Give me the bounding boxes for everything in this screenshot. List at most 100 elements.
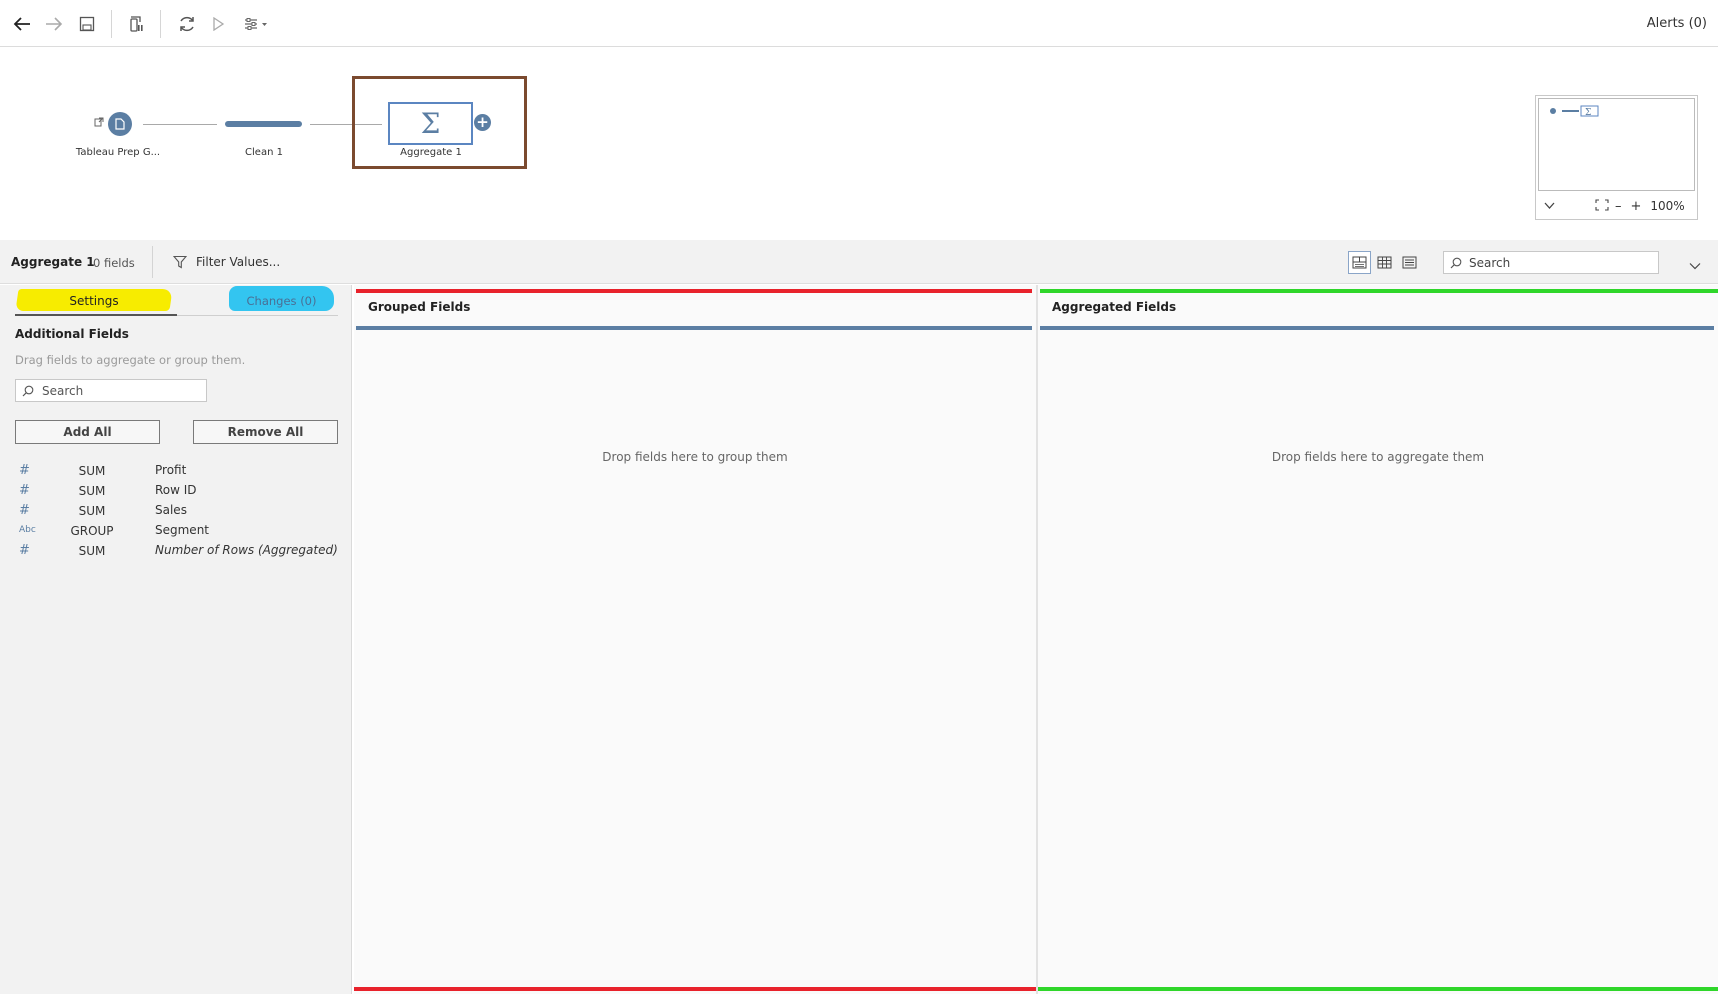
flow-minimap[interactable]: Σ – + 100% (1535, 95, 1698, 220)
list-icon (1402, 256, 1417, 269)
external-link-icon (94, 117, 104, 127)
zoom-in-button[interactable]: + (1631, 199, 1642, 214)
clean-step-node[interactable] (225, 121, 302, 127)
number-type-icon: # (19, 483, 30, 498)
step-search-box[interactable] (1443, 251, 1659, 274)
clean-step-label: Clean 1 (245, 147, 283, 158)
aggregated-zone-outline-top (1040, 289, 1718, 293)
aggregated-header-line (1040, 326, 1714, 330)
step-search-input[interactable] (1469, 255, 1649, 270)
settings-tabs: Settings Changes (0) (15, 285, 338, 316)
plus-icon: + (476, 113, 489, 131)
field-row-profit[interactable]: # SUM Profit (15, 462, 345, 482)
minimap-viewport[interactable]: Σ (1538, 98, 1695, 191)
field-name: Row ID (155, 483, 197, 497)
toolbar-separator (111, 10, 112, 38)
aggregated-zone-outline-bottom (1038, 987, 1718, 991)
minimap-flow-preview: Σ (1550, 105, 1599, 118)
additional-fields-list: # SUM Profit # SUM Row ID # SUM Sales Ab… (15, 462, 345, 562)
grouped-drop-hint: Drop fields here to group them (602, 450, 788, 464)
arrow-right-icon (46, 17, 63, 31)
minimap-collapse-button[interactable] (1544, 199, 1555, 213)
field-name: Segment (155, 523, 209, 537)
field-row-row-id[interactable]: # SUM Row ID (15, 482, 345, 502)
zoom-level: 100% (1650, 199, 1685, 213)
number-type-icon: # (19, 543, 30, 558)
save-button[interactable] (74, 12, 100, 36)
additional-fields-title: Additional Fields (15, 327, 129, 341)
arrow-left-icon (13, 17, 30, 31)
refresh-button[interactable] (174, 12, 200, 36)
field-aggregation[interactable]: SUM (67, 464, 117, 478)
aggregated-fields-zone[interactable]: Aggregated Fields Drop fields here to ag… (1038, 285, 1718, 994)
filter-values-button[interactable]: Filter Values... (173, 252, 280, 272)
filter-icon (173, 255, 187, 269)
add-all-button[interactable]: Add All (15, 420, 160, 444)
tab-changes[interactable]: Changes (0) (177, 285, 338, 316)
data-pause-icon (130, 16, 143, 32)
file-icon (115, 118, 125, 130)
svg-text:Σ: Σ (1585, 108, 1591, 118)
input-step-node[interactable] (108, 112, 132, 136)
split-view-button[interactable] (1348, 251, 1371, 274)
additional-fields-hint: Drag fields to aggregate or group them. (15, 353, 246, 367)
field-aggregation[interactable]: SUM (67, 504, 117, 518)
grid-view-button[interactable] (1373, 251, 1396, 274)
top-toolbar: Alerts (0) (0, 0, 1718, 47)
add-step-button[interactable]: + (474, 114, 491, 131)
view-options-dropdown[interactable] (240, 12, 274, 36)
save-icon (79, 16, 95, 32)
input-step-label: Tableau Prep G... (75, 147, 161, 158)
field-row-segment[interactable]: Abc GROUP Segment (15, 522, 345, 542)
view-mode-toggles (1348, 251, 1421, 274)
step-title: Aggregate 1 (11, 255, 95, 269)
tab-settings-label: Settings (69, 294, 119, 308)
field-aggregation[interactable]: SUM (67, 484, 117, 498)
forward-button[interactable] (41, 12, 67, 36)
grouped-fields-title: Grouped Fields (368, 300, 471, 314)
refresh-icon (180, 16, 194, 32)
plus-icon: + (1630, 198, 1642, 214)
chevron-down-icon (1689, 263, 1701, 270)
field-name: Sales (155, 503, 187, 517)
back-button[interactable] (9, 12, 35, 36)
step-bar-separator (152, 246, 153, 278)
collapse-panel-button[interactable] (1689, 255, 1701, 274)
number-type-icon: # (19, 463, 30, 478)
field-row-number-of-rows[interactable]: # SUM Number of Rows (Aggregated) (15, 542, 345, 562)
run-flow-button[interactable] (205, 12, 231, 36)
split-view-icon (1352, 256, 1367, 269)
flow-canvas[interactable]: Tableau Prep G... Clean 1 Σ + Aggregate … (0, 47, 1718, 240)
field-aggregation[interactable]: SUM (67, 544, 117, 558)
toolbar-separator (160, 10, 161, 38)
number-type-icon: # (19, 503, 30, 518)
field-aggregation[interactable]: GROUP (67, 524, 117, 538)
table-icon (1377, 256, 1392, 269)
search-icon (1450, 257, 1462, 268)
list-view-button[interactable] (1398, 251, 1421, 274)
fields-search-box[interactable] (15, 379, 207, 402)
field-name: Profit (155, 463, 187, 477)
step-header-bar: Aggregate 1 0 fields Filter Values... (0, 240, 1718, 284)
aggregate-step-node[interactable]: Σ (388, 102, 473, 145)
search-icon (22, 385, 34, 396)
grouped-fields-zone[interactable]: Grouped Fields Drop fields here to group… (354, 285, 1036, 994)
remove-all-button[interactable]: Remove All (193, 420, 338, 444)
minus-icon: – (1615, 198, 1622, 214)
settings-panel: Settings Changes (0) Additional Fields D… (0, 285, 352, 994)
fit-to-screen-button[interactable] (1595, 198, 1609, 214)
sliders-icon (245, 18, 267, 30)
string-type-icon: Abc (19, 525, 36, 535)
play-icon (213, 17, 225, 31)
fields-search-input[interactable] (42, 383, 202, 398)
grouped-zone-outline-top (356, 289, 1032, 293)
aggregate-step-label: Aggregate 1 (400, 147, 462, 158)
tab-settings[interactable]: Settings (15, 285, 177, 316)
aggregated-drop-hint: Drop fields here to aggregate them (1271, 450, 1485, 464)
step-field-count: 0 fields (93, 256, 135, 270)
pause-updates-button[interactable] (123, 12, 149, 36)
filter-values-label: Filter Values... (196, 255, 281, 269)
zoom-out-button[interactable]: – (1615, 199, 1622, 214)
field-row-sales[interactable]: # SUM Sales (15, 502, 345, 522)
alerts-button[interactable]: Alerts (0) (1647, 16, 1707, 31)
